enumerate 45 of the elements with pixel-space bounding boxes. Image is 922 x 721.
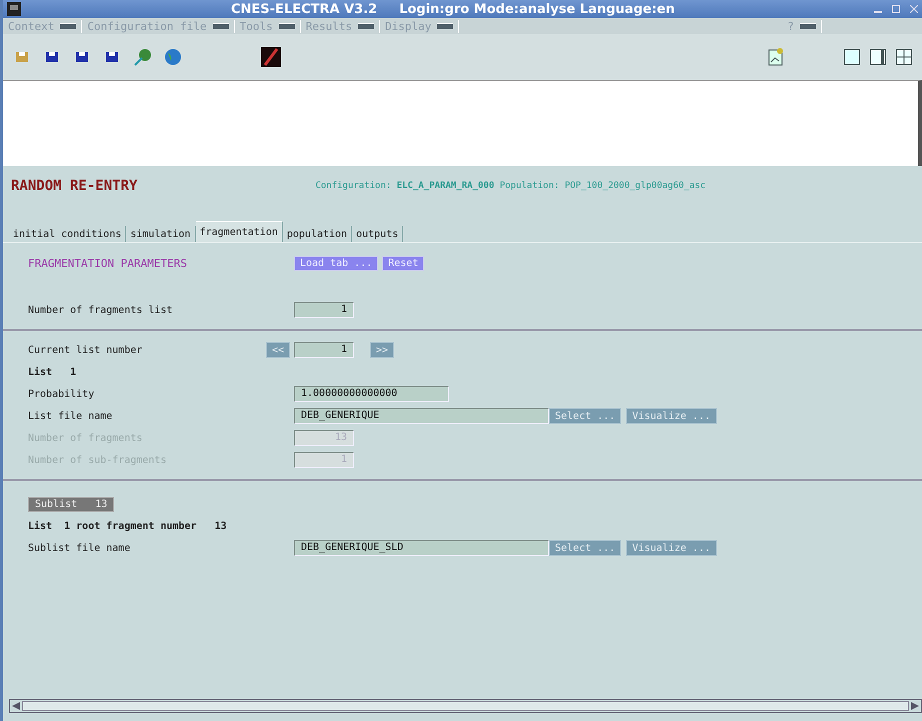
list-heading: List 1 root fragment number 13 xyxy=(28,520,227,532)
split-icon[interactable] xyxy=(896,49,912,65)
menu-item[interactable]: Configuration file xyxy=(82,20,235,32)
horizontal-scrollbar[interactable] xyxy=(9,699,922,713)
input-field[interactable]: DEB_GENERIQUE xyxy=(294,408,549,424)
field-label: Probability xyxy=(28,388,96,400)
file-button[interactable]: Select ... xyxy=(549,408,622,424)
screen-title: RANDOM RE-ENTRY xyxy=(11,178,138,194)
file-button[interactable]: Visualize ... xyxy=(626,540,716,556)
field-label: Number of fragments list xyxy=(28,304,174,316)
menu-item[interactable]: Context xyxy=(3,20,82,32)
tab[interactable]: population xyxy=(282,226,352,242)
menu-item[interactable]: Tools xyxy=(234,20,301,32)
field-label: List file name xyxy=(28,410,114,422)
file-button[interactable]: Select ... xyxy=(549,540,622,556)
help-menu[interactable]: ? xyxy=(782,20,822,32)
file-button[interactable]: Visualize ... xyxy=(626,408,716,424)
field-label: Sublist file name xyxy=(28,542,132,554)
next-button[interactable]: >> xyxy=(370,342,394,358)
list-heading: List 1 xyxy=(28,366,76,378)
app-icon xyxy=(7,2,21,16)
sublist-badge: Sublist 13 xyxy=(28,496,114,512)
panel-title: FRAGMENTATION PARAMETERS xyxy=(28,256,188,270)
tab[interactable]: fragmentation xyxy=(196,221,283,242)
menu-item[interactable]: Results xyxy=(300,20,380,32)
window-icon[interactable] xyxy=(870,49,886,65)
input-field[interactable]: 1 xyxy=(294,302,354,318)
panel-button[interactable]: Load tab ... xyxy=(294,256,378,270)
panel-button[interactable]: Reset xyxy=(382,256,424,270)
tab[interactable]: outputs xyxy=(352,226,404,242)
previous-button[interactable]: << xyxy=(266,342,290,358)
close-icon[interactable] xyxy=(910,5,918,13)
maximize-icon[interactable] xyxy=(892,5,900,13)
graph-icon[interactable] xyxy=(768,48,784,66)
input-field[interactable]: DEB_GENERIQUE_SLD xyxy=(294,540,549,556)
menu-item[interactable]: Display xyxy=(380,20,460,32)
input-field[interactable]: 1.00000000000000 xyxy=(294,386,449,402)
configuration-info: Configuration: ELC_A_PARAM_RA_000 Population: POP_100_2000_glp00ag60_asc xyxy=(315,181,706,191)
window-title: CNES-ELECTRA V3.2 xyxy=(231,2,378,16)
scroll-left-icon[interactable] xyxy=(10,701,22,711)
field-label: Current list number xyxy=(28,344,144,356)
tab[interactable]: initial conditions xyxy=(9,226,126,242)
scroll-right-icon[interactable] xyxy=(909,701,921,711)
session-info: Login:gro Mode:analyse Language:en xyxy=(399,2,675,16)
input-field[interactable]: 1 xyxy=(294,342,354,358)
